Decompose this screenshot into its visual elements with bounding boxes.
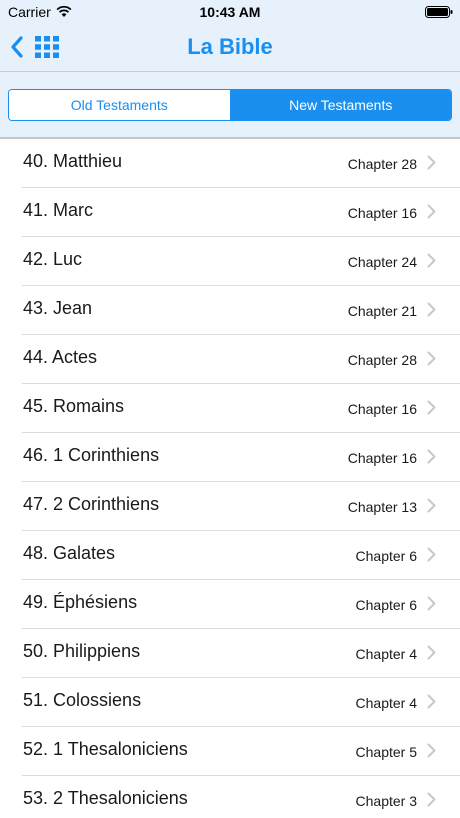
list-item[interactable]: 42. Luc Chapter 24	[0, 237, 460, 286]
chapter-count: Chapter 5	[355, 744, 417, 760]
book-title: 53. 2 Thesaloniciens	[23, 788, 188, 808]
book-title: 46. 1 Corinthiens	[23, 445, 160, 465]
book-title: 50. Philippiens	[23, 641, 141, 661]
chevron-right-icon	[427, 204, 436, 219]
chevron-right-icon	[427, 302, 436, 317]
book-title: 49. Éphésiens	[23, 592, 138, 612]
list-item[interactable]: 41. Marc Chapter 16	[0, 188, 460, 237]
chevron-right-icon	[427, 694, 436, 709]
header-area: Carrier 10:43 AM La Bible Old Testaments…	[0, 0, 460, 137]
chapter-count: Chapter 16	[347, 401, 417, 417]
chevron-right-icon	[427, 645, 436, 660]
chapter-count: Chapter 16	[347, 450, 417, 466]
list-item[interactable]: 51. Colossiens Chapter 4	[0, 678, 460, 727]
chapter-count: Chapter 24	[347, 254, 417, 270]
nav-divider	[0, 71, 460, 72]
list-item[interactable]: 44. Actes Chapter 28	[0, 335, 460, 384]
chapter-count: Chapter 13	[347, 499, 417, 515]
book-title: 40. Matthieu	[23, 151, 123, 171]
chapter-count: Chapter 6	[355, 597, 417, 613]
book-list: 40. Matthieu Chapter 28 41. Marc Chapter…	[0, 139, 460, 818]
list-item[interactable]: 40. Matthieu Chapter 28	[0, 139, 460, 188]
book-title: 48. Galates	[23, 543, 116, 563]
battery-icon	[425, 6, 453, 18]
chevron-right-icon	[427, 253, 436, 268]
list-item[interactable]: 47. 2 Corinthiens Chapter 13	[0, 482, 460, 531]
chevron-right-icon	[427, 155, 436, 170]
chapter-count: Chapter 6	[355, 548, 417, 564]
list-item[interactable]: 43. Jean Chapter 21	[0, 286, 460, 335]
chevron-right-icon	[427, 792, 436, 807]
book-title: 41. Marc	[23, 200, 94, 220]
page-title: La Bible	[187, 34, 273, 59]
chevron-right-icon	[427, 547, 436, 562]
testament-segmented-control: Old Testaments New Testaments	[8, 89, 452, 121]
book-title: 47. 2 Corinthiens	[23, 494, 160, 514]
chapter-count: Chapter 16	[347, 205, 417, 221]
list-item[interactable]: 53. 2 Thesaloniciens Chapter 3	[0, 776, 460, 818]
list-item[interactable]: 46. 1 Corinthiens Chapter 16	[0, 433, 460, 482]
chapter-count: Chapter 28	[347, 156, 417, 172]
list-item[interactable]: 48. Galates Chapter 6	[0, 531, 460, 580]
navigation-bar: La Bible	[0, 24, 460, 70]
segment-new-testaments[interactable]: New Testaments	[230, 90, 451, 120]
list-item[interactable]: 50. Philippiens Chapter 4	[0, 629, 460, 678]
chevron-right-icon	[427, 596, 436, 611]
book-title: 52. 1 Thesaloniciens	[23, 739, 188, 759]
chevron-right-icon	[427, 743, 436, 758]
list-item[interactable]: 45. Romains Chapter 16	[0, 384, 460, 433]
status-time: 10:43 AM	[199, 4, 261, 20]
chevron-right-icon	[427, 400, 436, 415]
chapter-count: Chapter 21	[347, 303, 417, 319]
chapter-count: Chapter 28	[347, 352, 417, 368]
chevron-right-icon	[427, 351, 436, 366]
book-title: 43. Jean	[23, 298, 93, 318]
status-bar: Carrier 10:43 AM	[0, 0, 460, 24]
list-item[interactable]: 49. Éphésiens Chapter 6	[0, 580, 460, 629]
book-title: 44. Actes	[23, 347, 98, 367]
list-item[interactable]: 52. 1 Thesaloniciens Chapter 5	[0, 727, 460, 776]
segment-old-testaments[interactable]: Old Testaments	[9, 90, 231, 120]
chapter-count: Chapter 4	[355, 695, 417, 711]
chapter-count: Chapter 3	[355, 793, 417, 809]
chevron-right-icon	[427, 449, 436, 464]
chapter-count: Chapter 4	[355, 646, 417, 662]
book-title: 42. Luc	[23, 249, 83, 269]
book-title: 51. Colossiens	[23, 690, 142, 710]
chevron-right-icon	[427, 498, 436, 513]
book-title: 45. Romains	[23, 396, 125, 416]
